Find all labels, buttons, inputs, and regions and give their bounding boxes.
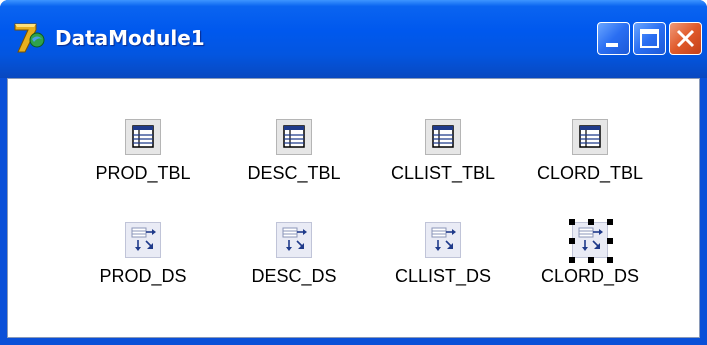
datamodule-design-surface[interactable]: PROD_TBL DESC_TBL CLLIST_TBL CLORD_TBL P… <box>7 78 700 338</box>
component-prod-tbl[interactable]: PROD_TBL <box>68 119 218 184</box>
table-icon <box>572 119 608 155</box>
component-prod-ds[interactable]: PROD_DS <box>68 222 218 287</box>
component-label: PROD_DS <box>99 266 187 286</box>
title-bar[interactable]: DataModule1 <box>0 0 707 78</box>
selection-handle[interactable] <box>569 238 575 244</box>
close-button[interactable] <box>669 22 702 55</box>
datasource-icon <box>125 222 161 258</box>
delphi-app-icon[interactable] <box>12 20 46 56</box>
component-label: CLORD_DS <box>540 266 640 286</box>
component-desc-ds[interactable]: DESC_DS <box>219 222 369 287</box>
selection-handle[interactable] <box>607 238 613 244</box>
component-label: DESC_DS <box>251 266 337 286</box>
table-icon <box>425 119 461 155</box>
selection-handle[interactable] <box>607 257 613 263</box>
component-label: CLLIST_DS <box>394 266 492 286</box>
component-clord-ds[interactable]: CLORD_DS <box>515 219 665 287</box>
component-label: PROD_TBL <box>95 163 191 183</box>
component-label: DESC_TBL <box>247 163 341 183</box>
component-clord-tbl[interactable]: CLORD_TBL <box>515 119 665 184</box>
component-cllist-tbl[interactable]: CLLIST_TBL <box>368 119 518 184</box>
selection-handle[interactable] <box>569 257 575 263</box>
datasource-icon <box>276 222 312 258</box>
selection-handle[interactable] <box>569 219 575 225</box>
table-icon <box>125 119 161 155</box>
selection-handle[interactable] <box>588 219 594 225</box>
minimize-icon <box>606 43 618 47</box>
maximize-button[interactable] <box>633 22 666 55</box>
maximize-icon <box>640 29 659 48</box>
component-label: CLLIST_TBL <box>390 163 496 183</box>
close-icon <box>676 29 695 48</box>
component-label: CLORD_TBL <box>536 163 644 183</box>
table-icon <box>276 119 312 155</box>
minimize-button[interactable] <box>597 22 630 55</box>
selection-handle[interactable] <box>607 219 613 225</box>
window-bottom-border[interactable] <box>0 338 707 345</box>
component-cllist-ds[interactable]: CLLIST_DS <box>368 222 518 287</box>
datasource-icon <box>425 222 461 258</box>
datasource-icon <box>569 219 613 263</box>
datamodule-window: DataModule1 PROD_TBL DESC_TBL CLLIST_TBL… <box>0 0 707 345</box>
window-title: DataModule1 <box>55 26 205 50</box>
component-desc-tbl[interactable]: DESC_TBL <box>219 119 369 184</box>
selection-handle[interactable] <box>588 257 594 263</box>
